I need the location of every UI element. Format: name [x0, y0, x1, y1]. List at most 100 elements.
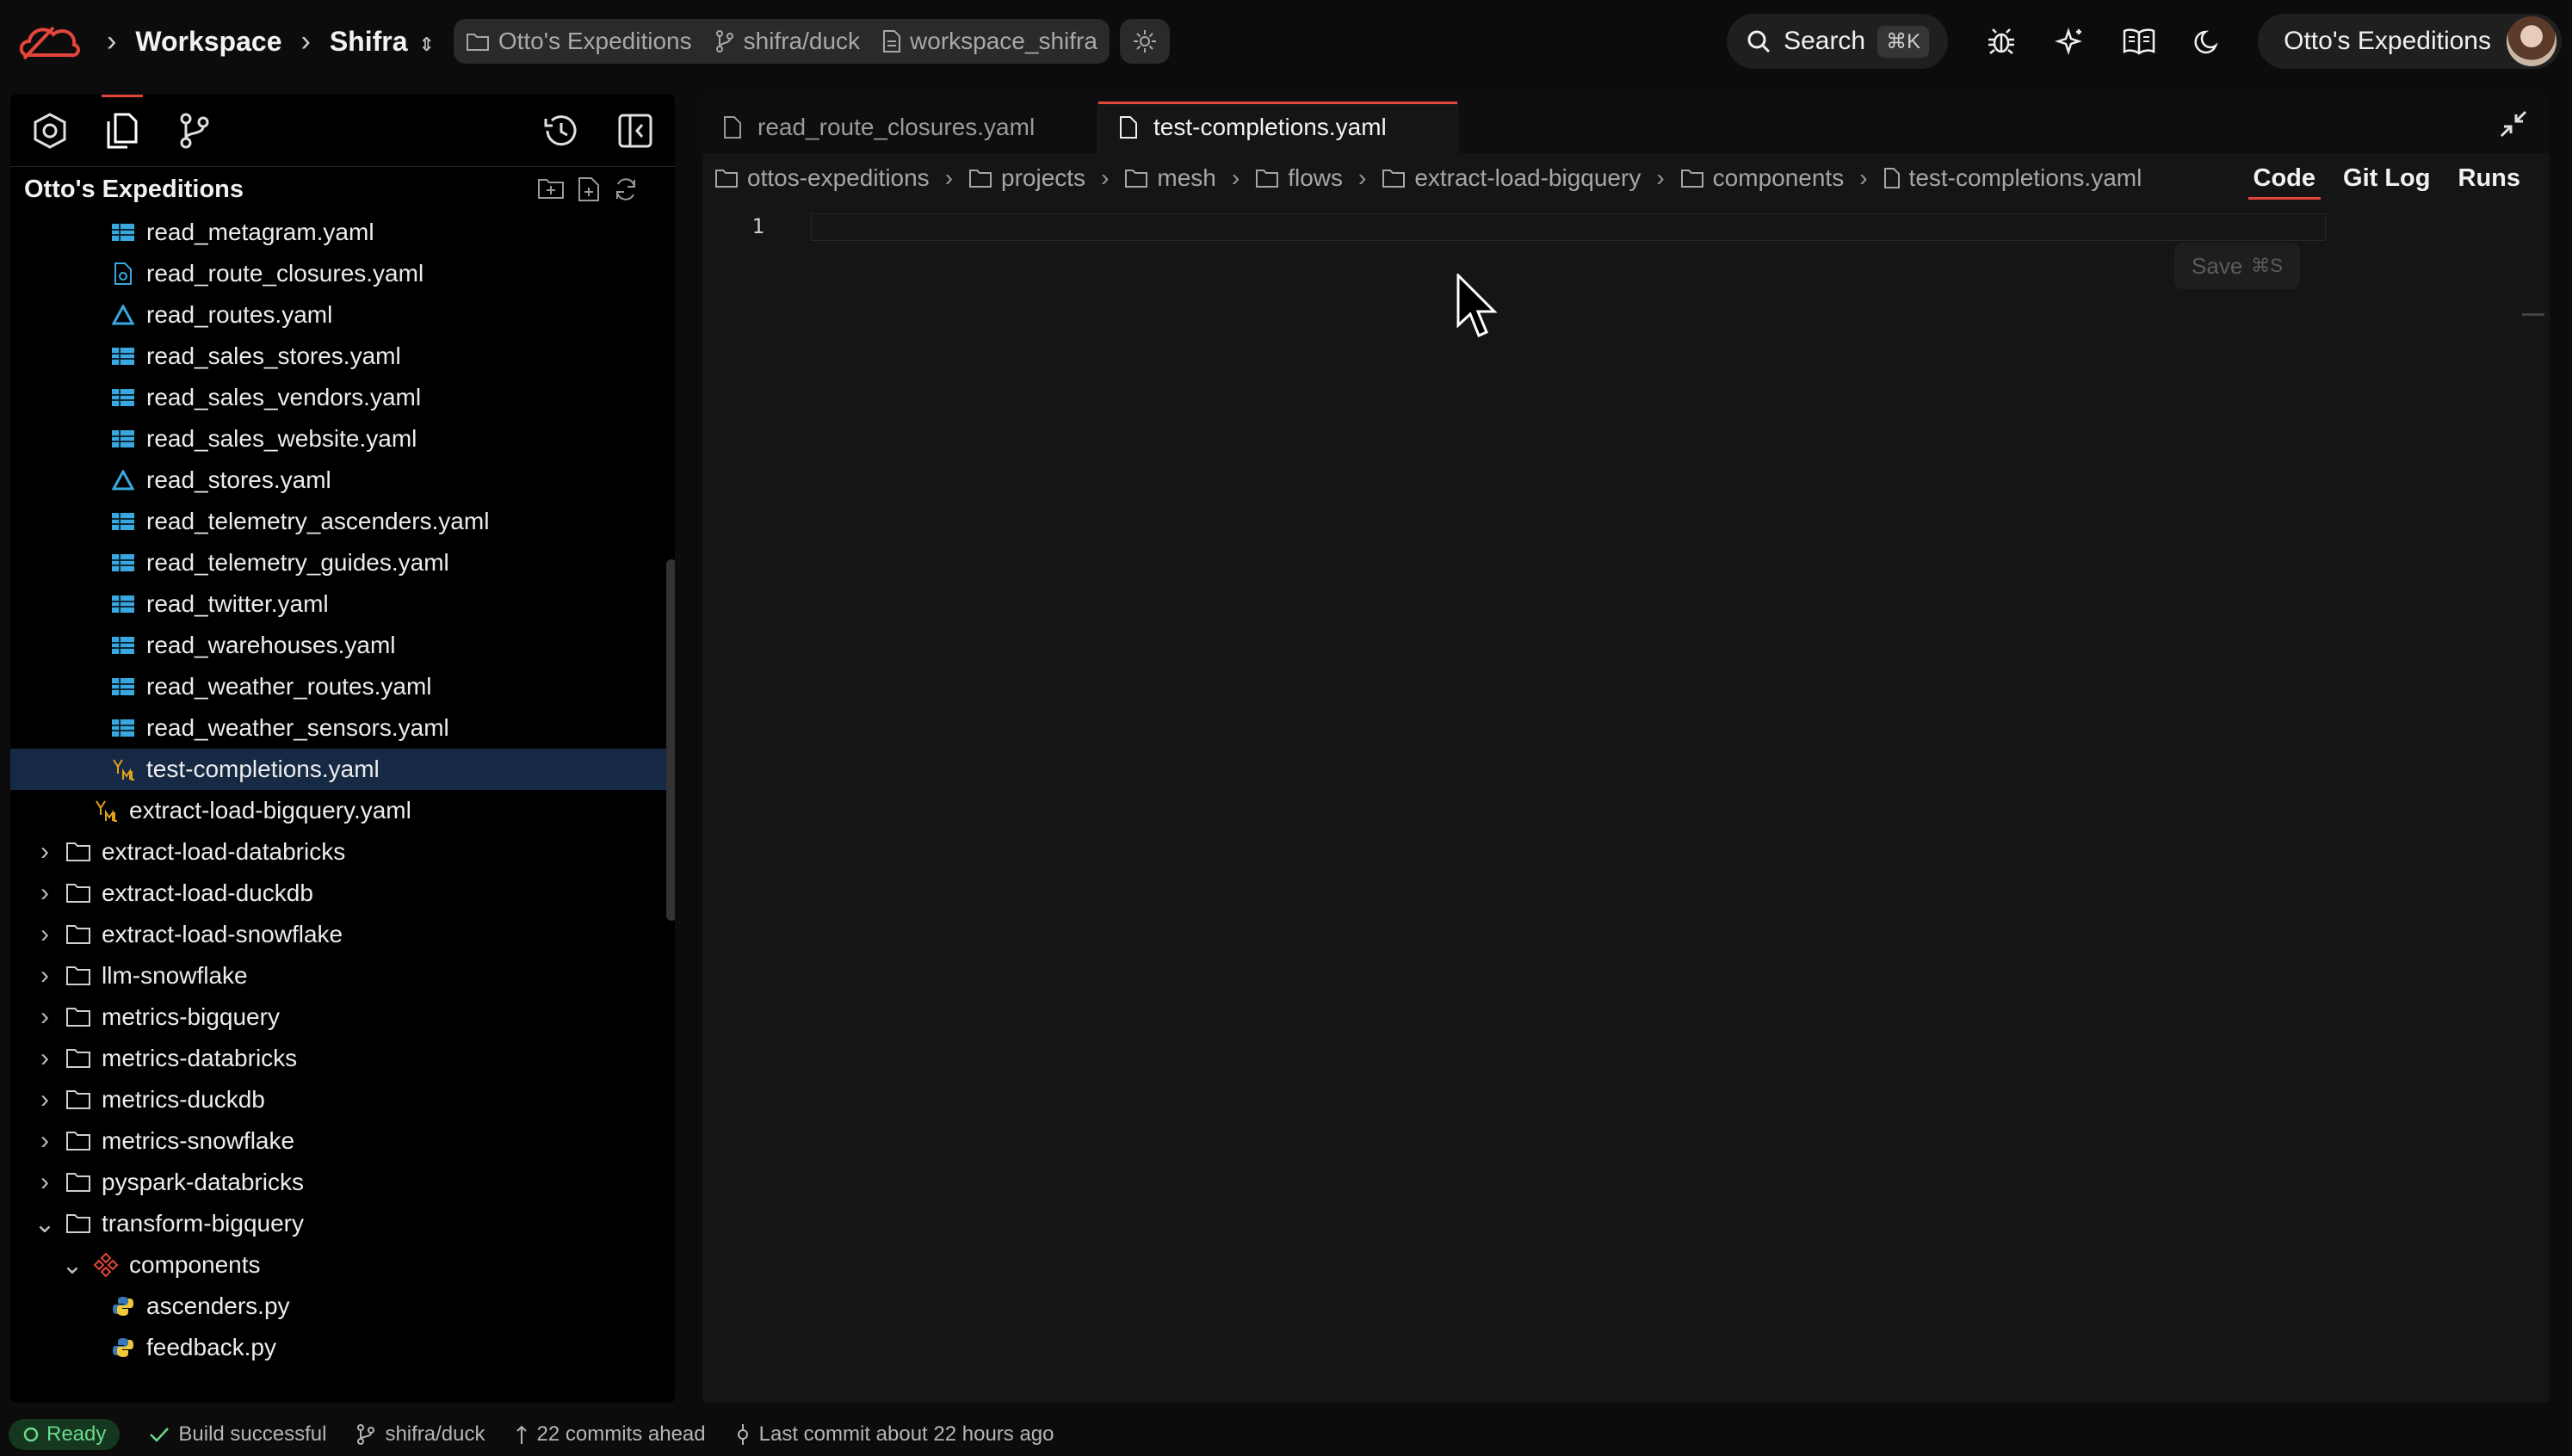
- settings-button[interactable]: [1119, 19, 1170, 64]
- folder-item[interactable]: ⌄ transform-bigquery: [10, 1203, 675, 1244]
- tab-code[interactable]: Code: [2247, 164, 2321, 200]
- folder-item[interactable]: › extract-load-databricks: [10, 831, 675, 873]
- tab-test-completions[interactable]: test-completions.yaml: [1098, 102, 1458, 153]
- branch-status[interactable]: shifra/duck: [356, 1422, 485, 1447]
- chevron-right-icon[interactable]: ›: [31, 920, 59, 949]
- tab-git-log[interactable]: Git Log: [2343, 164, 2430, 193]
- hexagon-settings-icon: [34, 112, 66, 149]
- chevron-down-icon[interactable]: ⌄: [31, 1209, 59, 1239]
- file-item[interactable]: read_warehouses.yaml: [10, 625, 675, 666]
- file-item[interactable]: read_route_closures.yaml: [10, 253, 675, 294]
- app-logo[interactable]: [15, 15, 88, 67]
- commits-ahead-status[interactable]: 22 commits ahead: [515, 1422, 706, 1447]
- table-icon: [110, 426, 136, 452]
- collapse-sidebar-button[interactable]: [611, 107, 659, 155]
- chevron-right-icon[interactable]: ›: [31, 1168, 59, 1197]
- org-context[interactable]: Otto's Expeditions: [466, 28, 692, 55]
- tree-item-label: test-completions.yaml: [146, 756, 380, 782]
- folder-item[interactable]: › llm-snowflake: [10, 955, 675, 996]
- folder-item[interactable]: › metrics-bigquery: [10, 996, 675, 1038]
- chevron-right-icon[interactable]: ›: [31, 879, 59, 908]
- folder-item[interactable]: › metrics-snowflake: [10, 1120, 675, 1162]
- breadcrumb-segment[interactable]: projects: [968, 164, 1085, 192]
- file-item[interactable]: read_routes.yaml: [10, 294, 675, 336]
- context-pill[interactable]: Otto's Expeditions shifra/duck workspace…: [453, 19, 1110, 64]
- file-item[interactable]: read_sales_website.yaml: [10, 418, 675, 460]
- ai-assistant-button[interactable]: [2036, 14, 2105, 69]
- chevron-down-icon[interactable]: ⌄: [59, 1250, 86, 1280]
- breadcrumb-segment[interactable]: flows: [1255, 164, 1343, 192]
- chevron-right-icon[interactable]: ›: [31, 961, 59, 990]
- chevron-right-icon[interactable]: ›: [31, 1126, 59, 1156]
- folder-item[interactable]: › extract-load-snowflake: [10, 914, 675, 955]
- chevron-right-icon[interactable]: ›: [31, 1003, 59, 1032]
- folder-icon: [65, 839, 91, 865]
- org-switcher[interactable]: Otto's Expeditions: [2258, 14, 2562, 69]
- status-ready-label: Ready: [46, 1422, 107, 1446]
- file-item[interactable]: read_twitter.yaml: [10, 583, 675, 625]
- file-item[interactable]: extract-load-bigquery.yaml: [10, 790, 675, 831]
- file-item[interactable]: read_weather_sensors.yaml: [10, 707, 675, 749]
- file-item[interactable]: read_sales_stores.yaml: [10, 336, 675, 377]
- file-item[interactable]: read_weather_routes.yaml: [10, 666, 675, 707]
- chevron-right-icon[interactable]: ›: [31, 837, 59, 867]
- refresh-icon[interactable]: [613, 176, 639, 202]
- commit-arrow-icon: [516, 1425, 527, 1444]
- file-item[interactable]: test-completions.yaml: [10, 749, 675, 790]
- folder-item[interactable]: › extract-load-duckdb: [10, 873, 675, 914]
- chevron-right-icon[interactable]: ›: [31, 1044, 59, 1073]
- save-label: Save: [2192, 252, 2243, 279]
- project-switcher[interactable]: Shifra ⇕: [330, 26, 435, 58]
- last-commit-status[interactable]: Last commit about 22 hours ago: [735, 1422, 1054, 1447]
- org-switcher-label: Otto's Expeditions: [2284, 27, 2491, 55]
- folder-item[interactable]: ⌄ components: [10, 1244, 675, 1286]
- workspace-link[interactable]: Workspace: [135, 26, 281, 58]
- tab-files[interactable]: [98, 95, 146, 155]
- file-item[interactable]: ascenders.py: [10, 1286, 675, 1327]
- tab-settings-panel[interactable]: [26, 107, 74, 155]
- file-item[interactable]: read_telemetry_guides.yaml: [10, 542, 675, 583]
- folder-item[interactable]: › metrics-databricks: [10, 1038, 675, 1079]
- build-status[interactable]: Build successful: [149, 1422, 326, 1447]
- tab-git[interactable]: [170, 107, 219, 155]
- breadcrumb-segment[interactable]: mesh: [1124, 164, 1216, 192]
- history-button[interactable]: [537, 107, 585, 155]
- debug-button[interactable]: [1967, 14, 2036, 69]
- folder-icon: [1125, 170, 1148, 188]
- tree-item-label: extract-load-bigquery.yaml: [129, 797, 411, 824]
- new-file-icon[interactable]: [577, 176, 601, 202]
- file-item[interactable]: read_telemetry_ascenders.yaml: [10, 501, 675, 542]
- file-item[interactable]: read_stores.yaml: [10, 460, 675, 501]
- folder-icon: [1382, 170, 1406, 188]
- avatar[interactable]: [2507, 16, 2557, 66]
- top-bar: › Workspace › Shifra ⇕ Otto's Expedition…: [0, 0, 2572, 83]
- breadcrumb-segment[interactable]: test-completions.yaml: [1883, 164, 2142, 192]
- workspace-context[interactable]: workspace_shifra: [882, 28, 1097, 55]
- minimize-editor-button[interactable]: [2493, 107, 2534, 141]
- chevron-right-icon: ›: [944, 164, 954, 191]
- theme-toggle[interactable]: [2173, 14, 2242, 69]
- search-button[interactable]: Search ⌘K: [1727, 14, 1949, 69]
- sidebar-scrollbar[interactable]: [666, 559, 675, 921]
- file-item[interactable]: read_sales_vendors.yaml: [10, 377, 675, 418]
- folder-icon: [65, 963, 91, 989]
- breadcrumb-segment[interactable]: components: [1680, 164, 1844, 192]
- breadcrumb-segment[interactable]: extract-load-bigquery: [1382, 164, 1641, 192]
- code-editor[interactable]: 1 Save ⌘S: [702, 203, 2550, 1322]
- chevron-right-icon[interactable]: ›: [31, 1085, 59, 1114]
- file-item[interactable]: feedback.py: [10, 1327, 675, 1368]
- folder-item[interactable]: › metrics-duckdb: [10, 1079, 675, 1120]
- branch-context[interactable]: shifra/duck: [714, 28, 860, 55]
- file-item[interactable]: read_metagram.yaml: [10, 212, 675, 253]
- chevron-right-icon: ›: [1656, 164, 1665, 191]
- save-button[interactable]: Save ⌘S: [2174, 243, 2300, 289]
- tab-runs[interactable]: Runs: [2458, 164, 2521, 193]
- folder-item[interactable]: › pyspark-databricks: [10, 1162, 675, 1203]
- new-folder-icon[interactable]: [537, 176, 565, 201]
- table-icon: [110, 509, 136, 534]
- docs-button[interactable]: [2105, 14, 2173, 69]
- tab-read-route-closures[interactable]: read_route_closures.yaml: [702, 102, 1098, 153]
- tree-item-label: read_metagram.yaml: [146, 219, 374, 245]
- breadcrumb-label: test-completions.yaml: [1908, 164, 2142, 191]
- breadcrumb-segment[interactable]: ottos-expeditions: [714, 164, 930, 192]
